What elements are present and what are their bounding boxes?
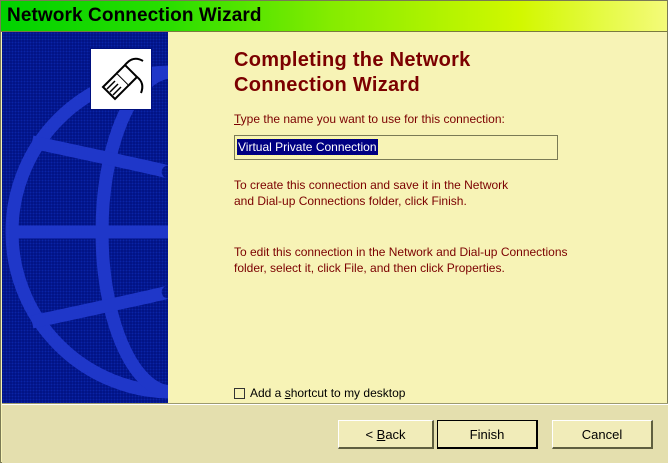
edit-instructions-line-2: folder, select it, click File, and then … [234, 261, 505, 275]
back-arrow: < [365, 426, 374, 442]
finish-instructions-line-2: and Dial-up Connections folder, click Fi… [234, 194, 467, 208]
desktop-shortcut-option[interactable]: Add a shortcut to my desktop [234, 386, 405, 400]
finish-instructions: To create this connection and save it in… [234, 177, 634, 209]
back-button[interactable]: < Back [338, 420, 434, 449]
connection-name-input[interactable]: Virtual Private Connection [234, 135, 558, 160]
back-accesskey: B [376, 426, 386, 442]
connection-name-label: Type the name you want to use for this c… [234, 112, 505, 126]
desktop-shortcut-checkbox[interactable] [234, 387, 245, 399]
cancel-button[interactable]: Cancel [552, 420, 653, 449]
desktop-shortcut-label[interactable]: Add a shortcut to my desktop [250, 386, 405, 400]
network-plug-icon [90, 48, 152, 110]
finish-button[interactable]: Finish [437, 420, 538, 449]
finish-instructions-line-1: To create this connection and save it in… [234, 178, 509, 192]
back-label: ack [385, 426, 406, 442]
wizard-window: Network Connection Wizard Completing the… [0, 0, 668, 463]
connection-name-value: Virtual Private Connection [236, 138, 379, 156]
heading-line-2: Connection Wizard [234, 74, 421, 96]
label-accesskey: T [234, 112, 241, 126]
label-text: ype the name you want to use for this co… [240, 112, 505, 126]
heading-line-1: Completing the Network [234, 49, 471, 71]
edit-instructions: To edit this connection in the Network a… [234, 244, 634, 276]
window-title: Network Connection Wizard [7, 5, 262, 26]
edit-instructions-line-1: To edit this connection in the Network a… [234, 245, 568, 259]
wizard-banner [2, 32, 168, 403]
page-heading: Completing the Network Connection Wizard [234, 48, 634, 98]
title-bar[interactable]: Network Connection Wizard [1, 1, 667, 32]
